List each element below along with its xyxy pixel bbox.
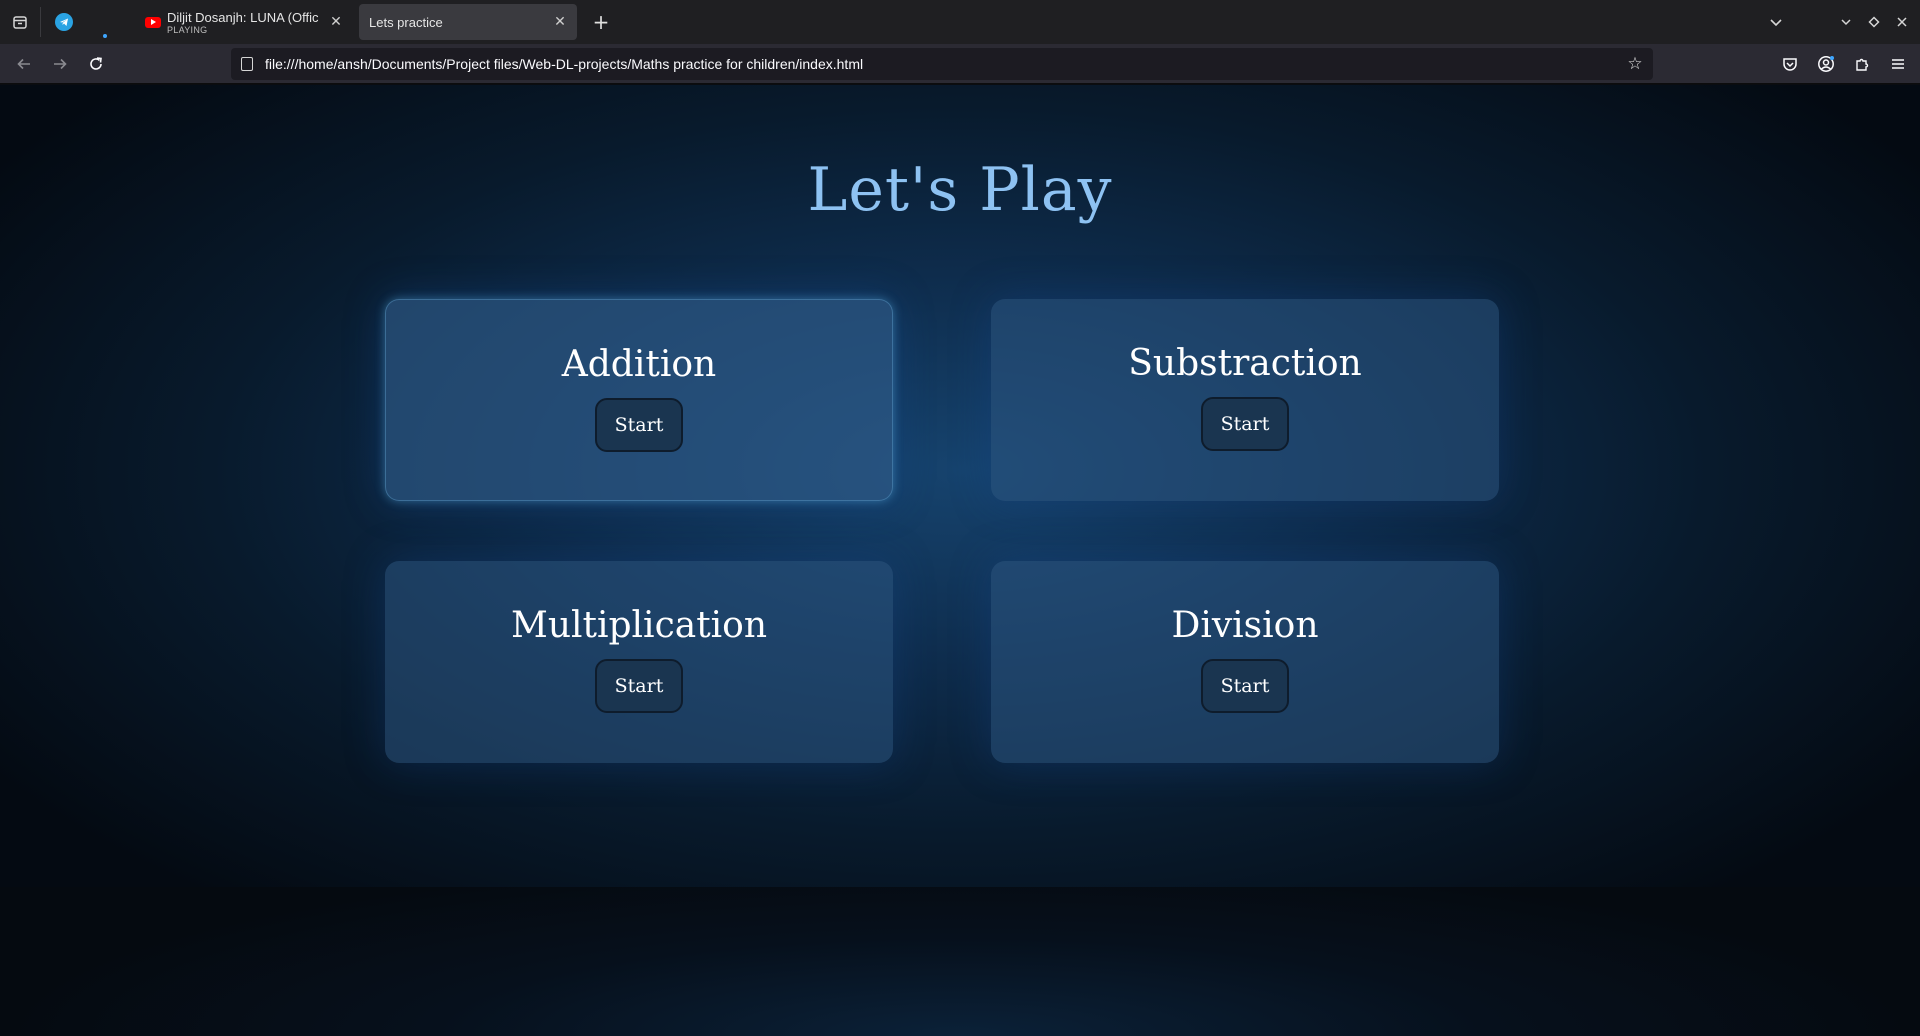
start-button-multiplication[interactable]: Start bbox=[595, 659, 683, 713]
pinned-tab-telegram[interactable] bbox=[41, 0, 107, 44]
card-title: Addition bbox=[561, 344, 717, 385]
app-menu-button[interactable] bbox=[1880, 46, 1916, 82]
tab-title: Lets practice bbox=[369, 14, 443, 30]
diamond-icon bbox=[1868, 16, 1880, 28]
card-title: Substraction bbox=[1128, 343, 1362, 384]
card-addition: Addition Start bbox=[385, 299, 893, 501]
maximize-button[interactable] bbox=[1860, 0, 1888, 44]
page-footer-area bbox=[0, 887, 1920, 1036]
navigation-bar: file:///home/ansh/Documents/Project file… bbox=[0, 44, 1920, 84]
page-viewport: Let's Play Addition Start Substraction S… bbox=[0, 85, 1920, 887]
close-tab-icon[interactable]: ✕ bbox=[553, 14, 567, 30]
account-button[interactable] bbox=[1808, 46, 1844, 82]
reload-icon bbox=[90, 56, 102, 70]
page-icon bbox=[241, 57, 253, 71]
card-title: Multiplication bbox=[510, 605, 768, 646]
firefox-view-icon bbox=[13, 16, 27, 29]
card-substraction: Substraction Start bbox=[991, 299, 1499, 501]
tab-playing-label: PLAYING bbox=[167, 24, 208, 35]
attention-dot bbox=[103, 34, 107, 38]
extensions-button[interactable] bbox=[1844, 46, 1880, 82]
arrow-right-icon bbox=[54, 58, 67, 69]
arrow-left-icon bbox=[17, 58, 30, 69]
back-button[interactable] bbox=[6, 46, 42, 82]
list-all-tabs-button[interactable] bbox=[1762, 0, 1790, 44]
tab-youtube[interactable]: Diljit Dosanjh: LUNA (Offic PLAYING ✕ bbox=[135, 4, 353, 40]
start-button-addition[interactable]: Start bbox=[595, 398, 683, 452]
telegram-icon bbox=[55, 13, 73, 31]
firefox-view-button[interactable] bbox=[0, 0, 40, 44]
forward-button[interactable] bbox=[42, 46, 78, 82]
close-tab-icon[interactable]: ✕ bbox=[329, 14, 343, 30]
plus-icon: + bbox=[592, 10, 610, 34]
close-window-button[interactable] bbox=[1888, 0, 1916, 44]
url-bar[interactable]: file:///home/ansh/Documents/Project file… bbox=[231, 48, 1653, 80]
chevron-down-icon bbox=[1841, 19, 1851, 26]
start-button-division[interactable]: Start bbox=[1201, 659, 1289, 713]
minimize-button[interactable] bbox=[1832, 0, 1860, 44]
tab-title: Diljit Dosanjh: LUNA (Offic bbox=[167, 9, 319, 25]
bookmark-star-icon[interactable]: ☆ bbox=[1617, 54, 1653, 74]
start-button-substraction[interactable]: Start bbox=[1201, 397, 1289, 451]
pocket-icon bbox=[1783, 58, 1797, 71]
tab-lets-practice[interactable]: Lets practice ✕ bbox=[359, 4, 577, 40]
youtube-icon bbox=[145, 16, 161, 28]
card-multiplication: Multiplication Start bbox=[385, 561, 893, 763]
close-icon bbox=[1897, 17, 1907, 27]
pocket-button[interactable] bbox=[1772, 46, 1808, 82]
card-title: Division bbox=[1171, 605, 1319, 646]
page-title: Let's Play bbox=[807, 155, 1113, 225]
url-text[interactable]: file:///home/ansh/Documents/Project file… bbox=[265, 56, 1617, 72]
account-icon bbox=[1818, 56, 1834, 72]
chevron-down-icon bbox=[1770, 19, 1782, 27]
tab-bar: Diljit Dosanjh: LUNA (Offic PLAYING ✕ Le… bbox=[0, 0, 1920, 44]
reload-button[interactable] bbox=[78, 46, 114, 82]
new-tab-button[interactable]: + bbox=[583, 4, 619, 40]
card-division: Division Start bbox=[991, 561, 1499, 763]
puzzle-icon bbox=[1856, 58, 1869, 71]
hamburger-menu-icon bbox=[1892, 59, 1904, 69]
